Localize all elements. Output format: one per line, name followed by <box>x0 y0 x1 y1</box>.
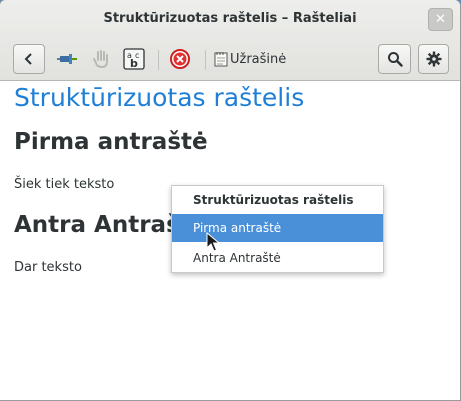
hand-icon <box>93 50 108 69</box>
spell-check-icon: a c b <box>123 48 145 70</box>
paragraph-2[interactable]: Dar teksto <box>14 260 82 275</box>
settings-button[interactable] <box>418 44 449 74</box>
popup-header: Struktūrizuotas raštelis <box>193 193 354 207</box>
heading-1[interactable]: Pirma antraštė <box>14 129 208 155</box>
notepad-icon <box>214 52 228 67</box>
delete-button[interactable] <box>166 44 194 74</box>
search-icon <box>387 52 403 67</box>
toolbar-separator <box>205 50 206 70</box>
window-title: Struktūrizuotas raštelis – Rašteliai <box>103 11 357 26</box>
spell-check-button[interactable]: a c b <box>120 44 148 74</box>
link-button[interactable] <box>87 44 115 74</box>
delete-circle-icon <box>170 49 190 69</box>
structure-popup-menu: Struktūrizuotas raštelis Pirma antraštė … <box>171 185 384 273</box>
close-button[interactable]: ✕ <box>428 8 453 31</box>
app-window: Struktūrizuotas raštelis – Rašteliai ✕ a… <box>0 0 460 400</box>
toolbar-separator <box>158 50 159 70</box>
popup-item-heading-2[interactable]: Antra Antraštė <box>172 244 383 272</box>
close-icon: ✕ <box>435 12 446 27</box>
pin-button[interactable] <box>53 44 81 74</box>
popup-item-label: Antra Antraštė <box>193 251 281 265</box>
header-bar: Struktūrizuotas raštelis – Rašteliai ✕ a… <box>0 0 460 81</box>
notebook-label: Užrašinė <box>230 51 287 67</box>
gear-icon <box>426 51 441 67</box>
back-button[interactable] <box>13 44 45 74</box>
svg-text:b: b <box>130 57 138 70</box>
search-button[interactable] <box>378 44 411 74</box>
mouse-pointer-icon <box>206 232 220 252</box>
notebook-button[interactable]: Užrašinė <box>214 44 286 74</box>
paragraph-1[interactable]: Šiek tiek teksto <box>14 177 114 192</box>
pin-icon <box>57 54 77 64</box>
chevron-left-icon <box>24 53 32 65</box>
note-title[interactable]: Struktūrizuotas raštelis <box>14 83 304 112</box>
popup-item-heading-1[interactable]: Pirma antraštė <box>172 214 383 242</box>
